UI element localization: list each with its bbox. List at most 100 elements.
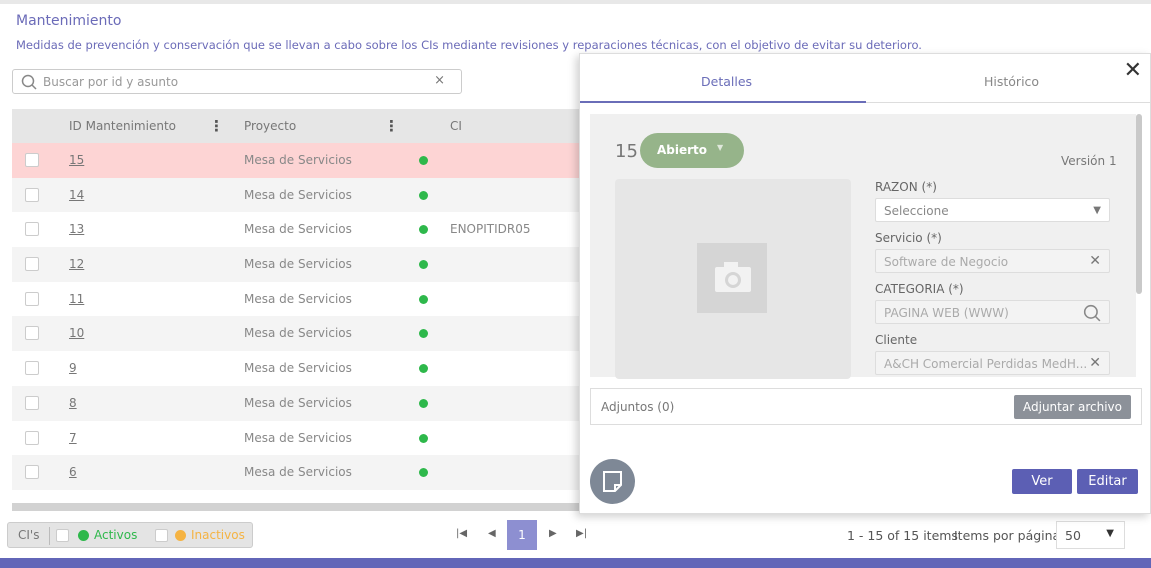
- image-placeholder[interactable]: [615, 179, 851, 379]
- row-project: Mesa de Servicios: [244, 187, 352, 202]
- cliente-field[interactable]: A&CH Comercial Perdidas MedH... ✕: [875, 351, 1110, 375]
- column-project-header[interactable]: Proyecto: [244, 119, 296, 133]
- row-id-link[interactable]: 13: [69, 222, 84, 236]
- clear-icon[interactable]: ✕: [1089, 355, 1101, 371]
- table-row[interactable]: 10 Mesa de Servicios: [12, 316, 582, 352]
- table-row[interactable]: 12 Mesa de Servicios: [12, 247, 582, 282]
- detail-form: 15 Abierto ▼ Versión 1 RAZON (*) Selecci…: [590, 114, 1136, 379]
- table-row[interactable]: 6 Mesa de Servicios: [12, 455, 582, 490]
- version-label: Versión 1: [1061, 154, 1117, 168]
- row-id-link[interactable]: 6: [69, 465, 77, 479]
- grid-header: ID Mantenimiento ⋮ Proyecto ⋮ CI: [12, 109, 582, 143]
- row-checkbox[interactable]: [25, 153, 39, 167]
- edit-button[interactable]: Editar: [1077, 469, 1138, 494]
- items-per-page-select[interactable]: 50 ▼: [1056, 521, 1125, 549]
- categoria-field[interactable]: PAGINA WEB (WWW): [875, 300, 1110, 324]
- row-checkbox[interactable]: [25, 361, 39, 376]
- table-row[interactable]: 13 Mesa de Servicios ENOPITIDR05: [12, 212, 582, 247]
- row-checkbox[interactable]: [25, 291, 39, 306]
- clear-icon[interactable]: ✕: [1089, 253, 1101, 269]
- table-row[interactable]: 14 Mesa de Servicios: [12, 177, 582, 213]
- tab-details[interactable]: Detalles: [701, 74, 752, 89]
- close-icon[interactable]: ✕: [1124, 58, 1142, 83]
- row-project: Mesa de Servicios: [244, 153, 352, 167]
- search-icon: [21, 74, 37, 90]
- view-button[interactable]: Ver: [1012, 469, 1072, 494]
- tab-active-indicator: [580, 101, 866, 103]
- row-checkbox[interactable]: [25, 430, 39, 445]
- note-icon: [603, 471, 622, 492]
- items-per-page-value: 50: [1065, 528, 1081, 543]
- page-button-current[interactable]: 1: [507, 520, 537, 550]
- first-page-icon[interactable]: |◀: [456, 528, 467, 539]
- search-icon[interactable]: [1083, 304, 1101, 322]
- ci-status-dot-icon: [419, 433, 428, 443]
- table-row[interactable]: 8 Mesa de Servicios: [12, 385, 582, 421]
- row-checkbox[interactable]: [25, 395, 39, 410]
- chevron-down-icon: ▼: [717, 143, 724, 152]
- razon-select[interactable]: Seleccione ▼: [875, 198, 1110, 222]
- camera-icon: [697, 243, 767, 313]
- row-id-link[interactable]: 7: [69, 431, 77, 445]
- items-per-page-label: Items por página: [954, 528, 1061, 543]
- servicio-field[interactable]: Software de Negocio ✕: [875, 249, 1110, 273]
- ci-status-dot-icon: [419, 156, 428, 165]
- table-row[interactable]: 11 Mesa de Servicios: [12, 282, 582, 317]
- clear-search-icon[interactable]: ×: [434, 73, 445, 88]
- row-checkbox[interactable]: [25, 187, 39, 202]
- status-dropdown[interactable]: Abierto ▼: [640, 133, 744, 168]
- ci-status-dot-icon: [419, 398, 428, 408]
- row-project: Mesa de Servicios: [244, 257, 352, 272]
- prev-page-icon[interactable]: ◀: [488, 528, 496, 539]
- column-id-header[interactable]: ID Mantenimiento: [69, 119, 176, 133]
- row-checkbox[interactable]: [25, 465, 39, 480]
- row-project: Mesa de Servicios: [244, 395, 352, 410]
- table-row[interactable]: 7 Mesa de Servicios: [12, 421, 582, 456]
- row-id-link[interactable]: 14: [69, 188, 84, 202]
- ci-status-dot-icon: [419, 364, 428, 374]
- column-ci-header[interactable]: CI: [450, 119, 462, 133]
- row-project: Mesa de Servicios: [244, 361, 352, 376]
- grid-body: 15 Mesa de Servicios 14 Mesa de Servicios 13…: [12, 143, 582, 490]
- ticket-number: 15: [615, 141, 638, 162]
- column-menu-icon[interactable]: ⋮: [384, 117, 399, 135]
- page-description: Medidas de prevención y conservación que…: [16, 38, 922, 52]
- row-id-link[interactable]: 10: [69, 326, 84, 340]
- items-count: 1 - 15 of 15 items: [847, 528, 958, 543]
- ci-status-dot-icon: [419, 468, 428, 478]
- servicio-value: Software de Negocio: [884, 255, 1009, 269]
- row-id-link[interactable]: 15: [69, 153, 84, 167]
- horizontal-scrollbar[interactable]: [12, 503, 582, 511]
- row-project: Mesa de Servicios: [244, 430, 352, 445]
- table-row[interactable]: 15 Mesa de Servicios: [12, 143, 582, 178]
- row-id-link[interactable]: 8: [69, 396, 77, 410]
- table-row[interactable]: 9 Mesa de Servicios: [12, 351, 582, 386]
- row-checkbox[interactable]: [25, 326, 39, 341]
- maintenance-grid: ID Mantenimiento ⋮ Proyecto ⋮ CI 15 Mesa …: [12, 109, 582, 490]
- chevron-down-icon: ▼: [1093, 205, 1101, 216]
- row-id-link[interactable]: 9: [69, 361, 77, 375]
- row-project: Mesa de Servicios: [244, 222, 352, 237]
- cliente-value: A&CH Comercial Perdidas MedH...: [884, 357, 1088, 371]
- ci-status-dot-icon: [419, 260, 428, 270]
- column-menu-icon[interactable]: ⋮: [209, 117, 224, 135]
- row-project: Mesa de Servicios: [244, 465, 352, 480]
- categoria-label: CATEGORIA (*): [875, 282, 964, 296]
- tab-history[interactable]: Histórico: [984, 74, 1039, 89]
- top-border: [0, 0, 1151, 4]
- last-page-icon[interactable]: ▶|: [576, 528, 587, 539]
- row-checkbox[interactable]: [25, 222, 39, 237]
- bottom-bar: [0, 558, 1151, 568]
- attachments-bar: Adjuntos (0) Adjuntar archivo: [590, 388, 1142, 425]
- row-id-link[interactable]: 12: [69, 257, 84, 271]
- attachments-label: Adjuntos (0): [601, 400, 675, 414]
- row-id-link[interactable]: 11: [69, 292, 84, 306]
- chevron-down-icon: ▼: [1106, 528, 1114, 539]
- row-project: Mesa de Servicios: [244, 291, 352, 306]
- search-input[interactable]: Buscar por id y asunto ×: [12, 69, 462, 94]
- vertical-scrollbar[interactable]: [1136, 114, 1142, 294]
- row-checkbox[interactable]: [25, 257, 39, 272]
- attach-file-button[interactable]: Adjuntar archivo: [1014, 395, 1131, 419]
- note-button[interactable]: [590, 459, 635, 504]
- next-page-icon[interactable]: ▶: [549, 528, 557, 539]
